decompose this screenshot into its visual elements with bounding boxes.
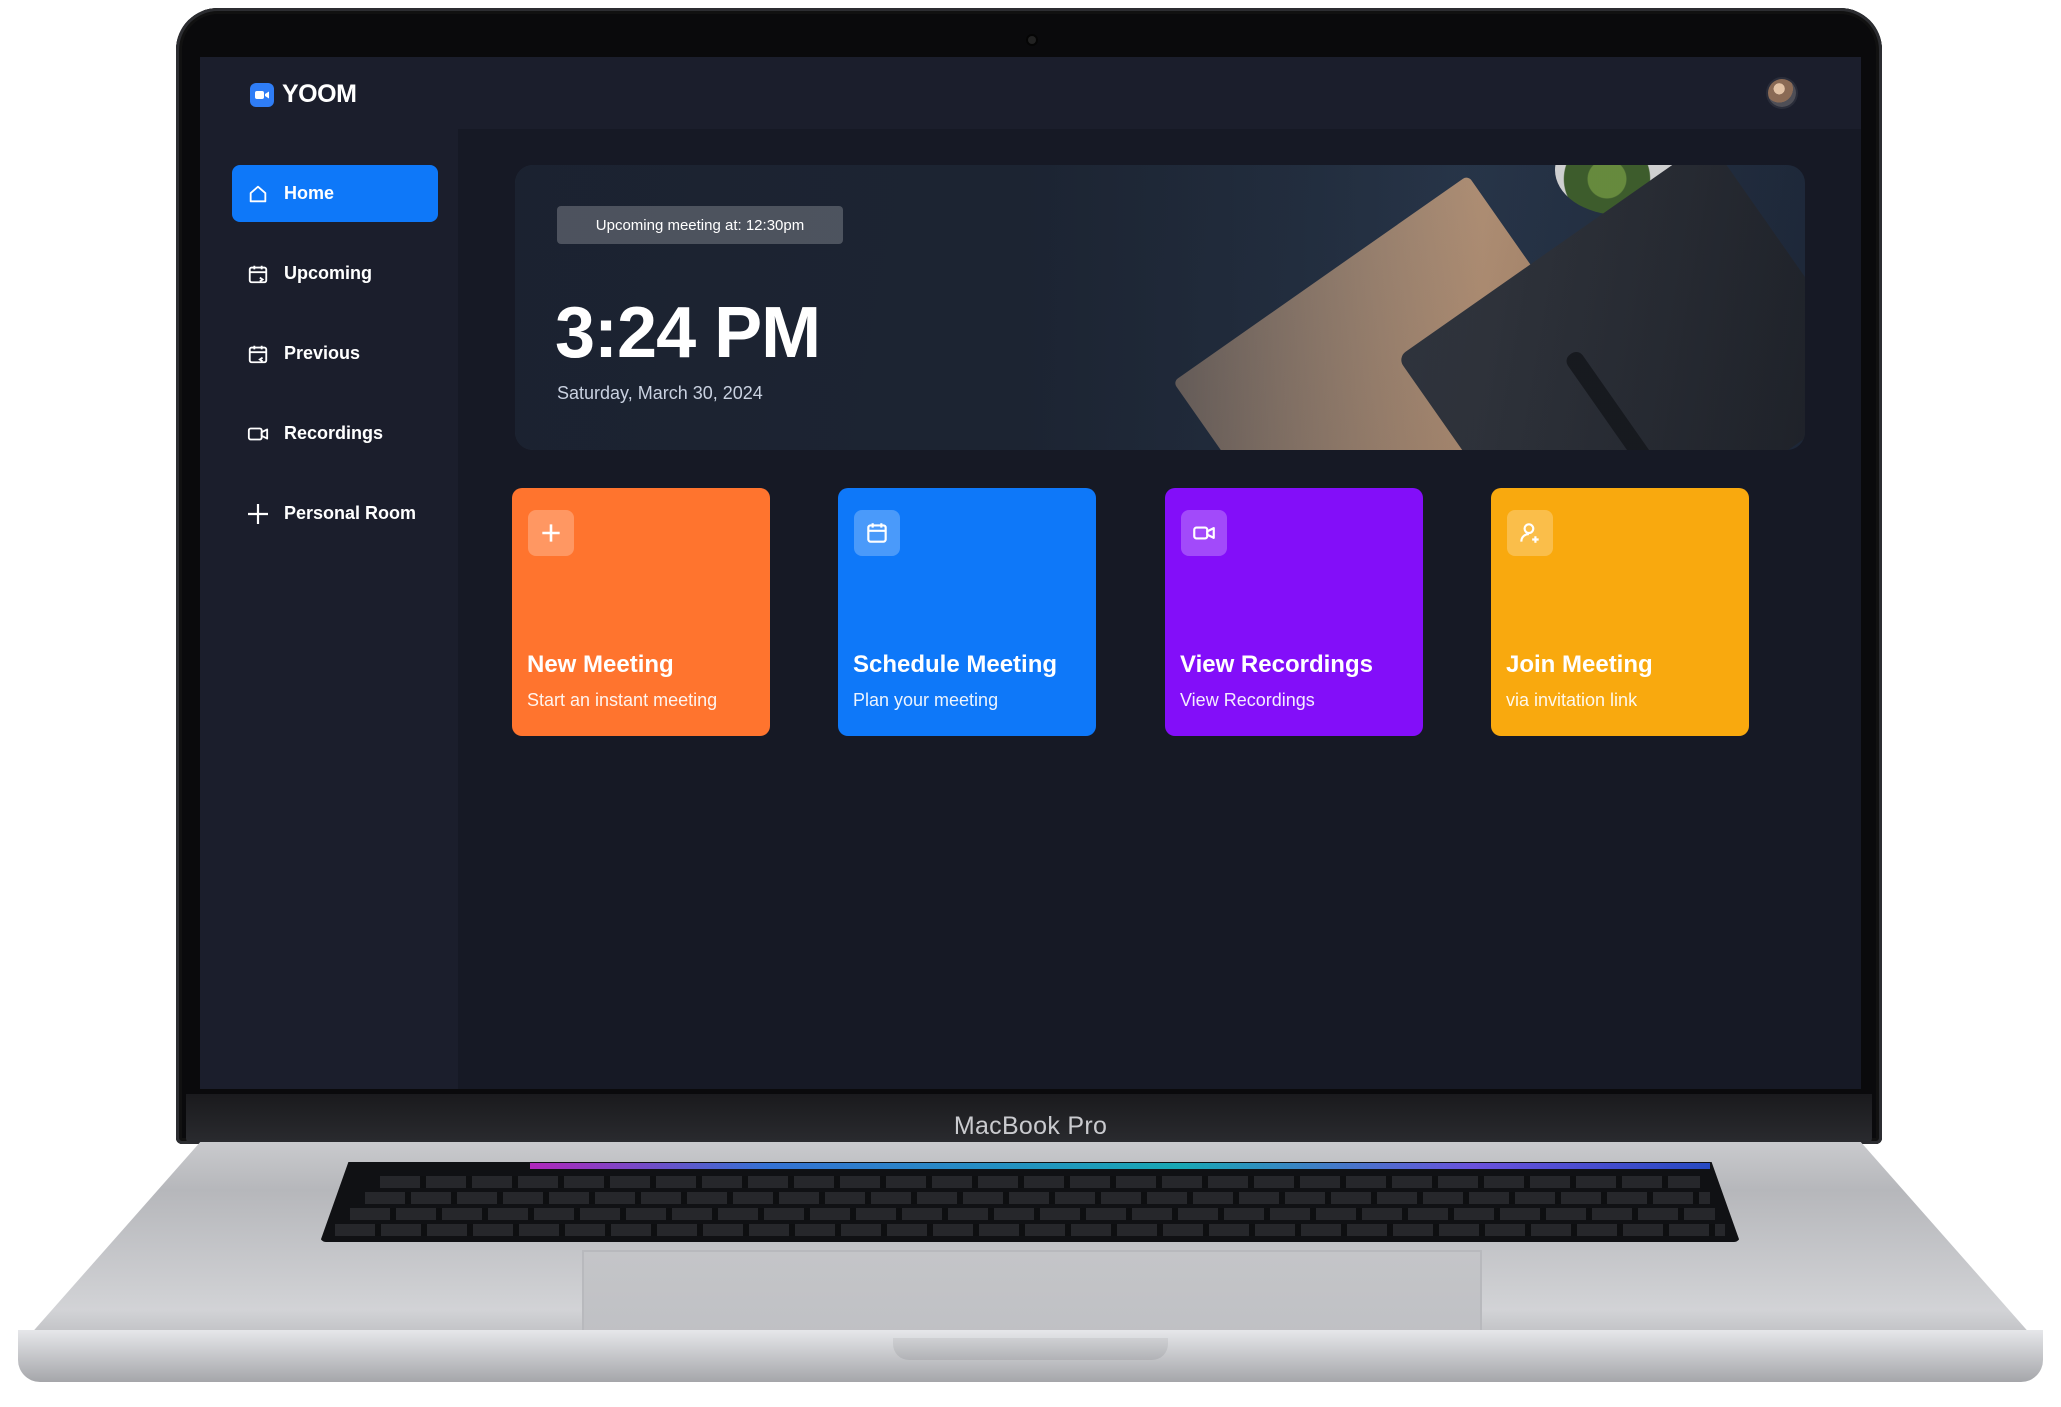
calendar-back-icon [246,342,270,366]
card-subtitle: View Recordings [1180,690,1315,710]
app-screen: YOOM Home Upcoming Previous Recordings P… [200,57,1861,1089]
current-date: Saturday, March 30, 2024 [557,383,763,403]
sidebar-item-recordings[interactable]: Recordings [232,405,438,462]
card-subtitle: via invitation link [1506,690,1638,710]
plus-icon [246,502,270,526]
touch-bar [530,1163,1710,1169]
app-logo[interactable]: YOOM [250,80,357,109]
plus-icon [528,510,574,556]
video-icon [1181,510,1227,556]
trackpad [582,1250,1482,1338]
view-recordings-card[interactable]: View Recordings View Recordings [1165,488,1423,736]
sidebar-item-home[interactable]: Home [232,165,438,222]
upcoming-meeting-badge: Upcoming meeting at: 12:30pm [557,206,843,244]
sidebar-item-previous[interactable]: Previous [232,325,438,382]
sidebar-item-label: Recordings [284,423,384,443]
card-title: View Recordings [1180,651,1373,678]
camera-logo-icon [250,82,274,107]
card-subtitle: Start an instant meeting [527,690,718,710]
new-meeting-card[interactable]: New Meeting Start an instant meeting [512,488,770,736]
calendar-forward-icon [246,262,270,286]
webcam [1028,36,1036,44]
sidebar-item-label: Previous [284,343,361,363]
sidebar-item-label: Personal Room [284,503,417,523]
user-avatar[interactable] [1768,79,1796,107]
lid-notch [893,1338,1168,1360]
join-meeting-card[interactable]: Join Meeting via invitation link [1491,488,1749,736]
card-title: New Meeting [527,651,674,678]
top-navbar: YOOM [200,57,1861,129]
sidebar-item-upcoming[interactable]: Upcoming [232,245,438,302]
sidebar-item-label: Upcoming [284,263,372,283]
schedule-meeting-card[interactable]: Schedule Meeting Plan your meeting [838,488,1096,736]
video-icon [246,422,270,446]
user-add-icon [1507,510,1553,556]
card-subtitle: Plan your meeting [853,690,999,710]
app-name: YOOM [282,80,357,108]
hero-banner: Upcoming meeting at: 12:30pm 3:24 PM Sat… [515,165,1805,450]
sidebar-item-personal-room[interactable]: Personal Room [232,485,438,542]
card-title: Schedule Meeting [853,651,1058,678]
sidebar: Home Upcoming Previous Recordings Person… [200,129,458,1089]
sidebar-item-label: Home [284,183,335,203]
current-time: 3:24 PM [555,293,821,373]
home-icon [246,182,270,206]
calendar-icon [854,510,900,556]
device-brand-label: MacBook Pro [953,1112,1108,1140]
card-title: Join Meeting [1506,651,1653,678]
